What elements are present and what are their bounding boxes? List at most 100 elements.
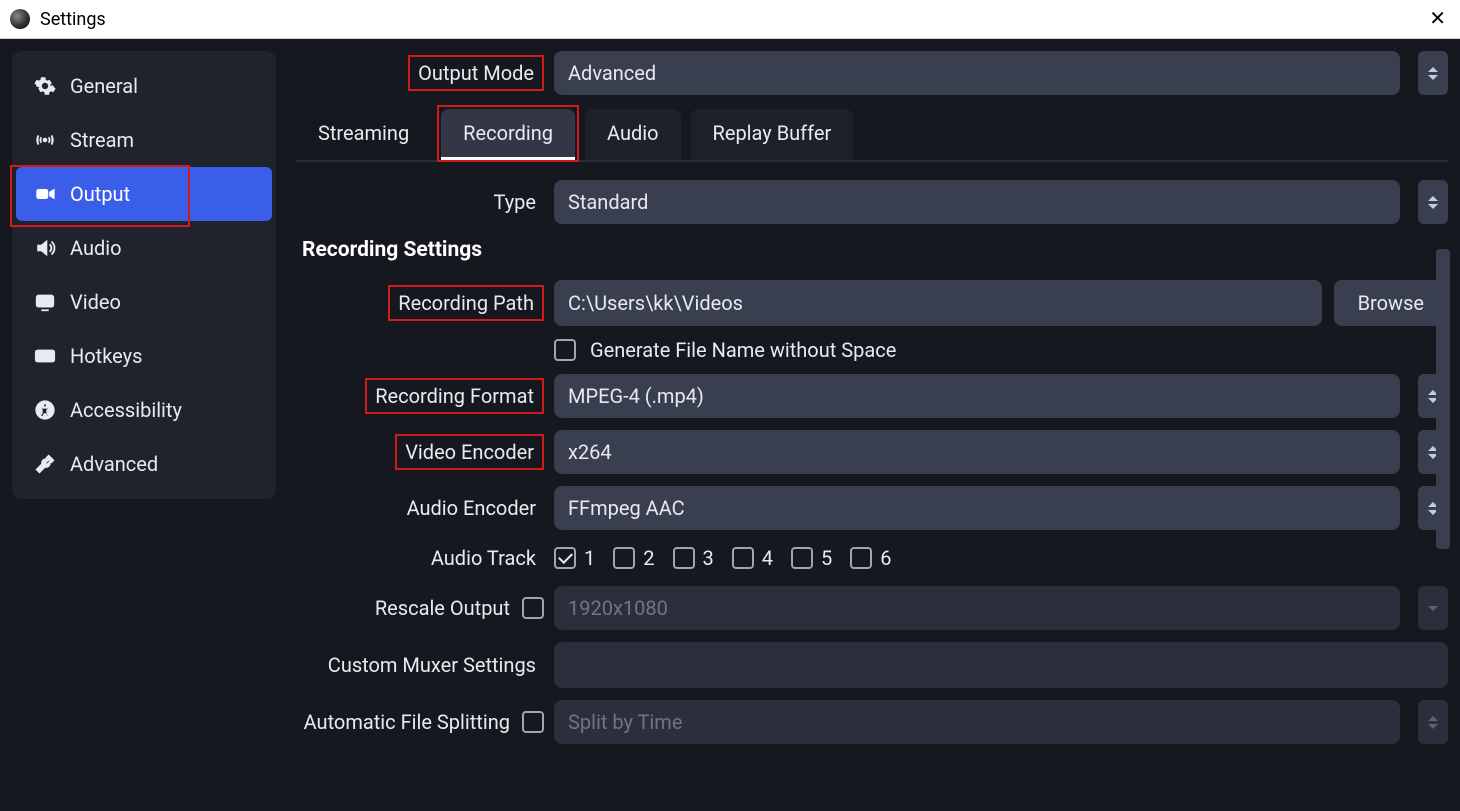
chevron-down-icon [1428,204,1438,209]
sidebar-item-general[interactable]: General [16,59,272,113]
track-1-checkbox[interactable] [554,547,576,569]
titlebar: Settings ✕ [0,0,1460,38]
type-label: Type [485,186,544,218]
content-area: Output Mode Advanced Streaming Recording… [296,51,1448,799]
video-encoder-value: x264 [568,440,612,464]
audio-encoder-select[interactable]: FFmpeg AAC [554,486,1400,530]
output-mode-row: Output Mode Advanced [296,51,1448,95]
tools-icon [34,453,56,475]
audio-encoder-label: Audio Encoder [399,492,544,524]
output-mode-spinner[interactable] [1418,51,1448,95]
muxer-input[interactable] [554,642,1448,688]
browse-button[interactable]: Browse [1334,280,1448,326]
type-select[interactable]: Standard [554,180,1400,224]
track-5-label: 5 [821,546,832,570]
tab-streaming[interactable]: Streaming [296,109,431,160]
rescale-checkbox[interactable] [522,597,544,619]
track-4-checkbox[interactable] [732,547,754,569]
sidebar-item-advanced[interactable]: Advanced [16,437,272,491]
scrollbar[interactable] [1436,249,1450,789]
track-2-checkbox[interactable] [613,547,635,569]
gen-no-space-row: Generate File Name without Space [296,338,1448,362]
auto-split-select: Split by Time [554,700,1400,744]
recording-format-label: Recording Format [365,378,544,414]
output-mode-value: Advanced [568,61,656,85]
app-body: General Stream Output Audio [0,39,1460,811]
sidebar-item-hotkeys[interactable]: Hotkeys [16,329,272,383]
output-mode-select[interactable]: Advanced [554,51,1400,95]
video-encoder-select[interactable]: x264 [554,430,1400,474]
window-title: Settings [40,9,106,30]
sidebar-item-label: General [70,74,138,98]
recording-format-select[interactable]: MPEG-4 (.mp4) [554,374,1400,418]
muxer-row: Custom Muxer Settings [296,642,1448,688]
rescale-placeholder: 1920x1080 [568,596,668,620]
audio-encoder-row: Audio Encoder FFmpeg AAC [296,486,1448,530]
sidebar-item-label: Audio [70,236,122,260]
sidebar-item-label: Output [70,182,130,206]
recording-settings-title: Recording Settings [302,238,1448,262]
track-5-checkbox[interactable] [791,547,813,569]
output-tabs: Streaming Recording Audio Replay Buffer [296,109,1448,162]
output-mode-label: Output Mode [408,55,544,91]
audio-encoder-value: FFmpeg AAC [568,496,685,520]
tab-replay-buffer[interactable]: Replay Buffer [691,109,854,160]
recording-path-value: C:\Users\kk\Videos [568,291,743,315]
chevron-down-icon [1428,75,1438,80]
video-encoder-label: Video Encoder [395,434,544,470]
chevron-up-icon [1428,196,1438,201]
muxer-label: Custom Muxer Settings [320,649,544,681]
type-row: Type Standard [296,180,1448,224]
sidebar-item-label: Hotkeys [70,344,142,368]
auto-split-label: Automatic File Splitting [304,710,510,734]
sidebar-item-audio[interactable]: Audio [16,221,272,275]
sidebar-item-stream[interactable]: Stream [16,113,272,167]
scroll-thumb[interactable] [1436,249,1450,549]
auto-split-checkbox[interactable] [522,711,544,733]
track-6-checkbox[interactable] [850,547,872,569]
sidebar-item-label: Accessibility [70,398,182,422]
sidebar-item-output[interactable]: Output [16,167,272,221]
chevron-up-icon [1428,67,1438,72]
recording-path-label: Recording Path [388,285,544,321]
accessibility-icon [34,399,56,421]
recording-format-row: Recording Format MPEG-4 (.mp4) [296,374,1448,418]
track-3-label: 3 [703,546,714,570]
keyboard-icon [34,345,56,367]
antenna-icon [34,129,56,151]
sidebar-item-label: Stream [70,128,134,152]
track-3-checkbox[interactable] [673,547,695,569]
sidebar-item-video[interactable]: Video [16,275,272,329]
rescale-row: Rescale Output 1920x1080 [296,586,1448,630]
rescale-select: 1920x1080 [554,586,1400,630]
type-spinner[interactable] [1418,180,1448,224]
auto-split-row: Automatic File Splitting Split by Time [296,700,1448,744]
sidebar: General Stream Output Audio [12,51,276,499]
video-encoder-row: Video Encoder x264 [296,430,1448,474]
track-2-label: 2 [643,546,654,570]
track-1-label: 1 [584,546,595,570]
tab-audio[interactable]: Audio [585,109,681,160]
audio-track-row: Audio Track 1 2 3 4 5 6 [296,542,1448,574]
rescale-label: Rescale Output [375,596,510,620]
auto-split-placeholder: Split by Time [568,710,682,734]
audio-track-label: Audio Track [423,542,544,574]
recording-path-row: Recording Path C:\Users\kk\Videos Browse [296,280,1448,326]
track-6-label: 6 [880,546,891,570]
sidebar-item-label: Video [70,290,121,314]
speaker-icon [34,237,56,259]
tab-recording[interactable]: Recording [441,109,575,160]
type-value: Standard [568,190,648,214]
gen-no-space-label: Generate File Name without Space [590,338,896,362]
recording-format-value: MPEG-4 (.mp4) [568,384,704,408]
camera-output-icon [34,183,56,205]
sidebar-item-label: Advanced [70,452,158,476]
recording-path-input[interactable]: C:\Users\kk\Videos [554,280,1322,326]
track-4-label: 4 [762,546,773,570]
monitor-icon [34,291,56,313]
sidebar-item-accessibility[interactable]: Accessibility [16,383,272,437]
gen-no-space-checkbox[interactable] [554,339,576,361]
close-icon[interactable]: ✕ [1429,8,1446,28]
gear-icon [34,75,56,97]
app-icon [10,9,30,29]
